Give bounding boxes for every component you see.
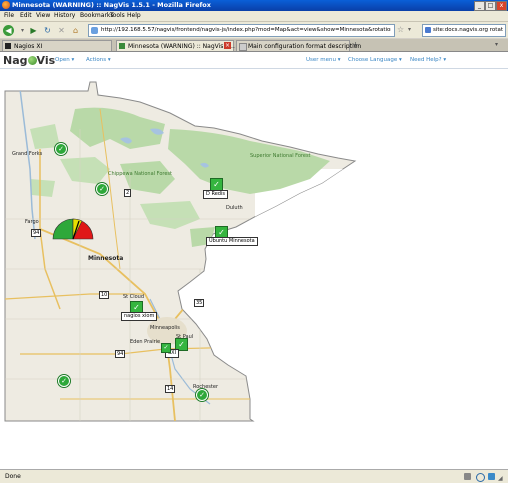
nagvis-logo: Nag Vis xyxy=(3,54,55,67)
menu-open[interactable]: Open ▾ xyxy=(55,57,74,63)
site-icon xyxy=(91,27,98,34)
menu-language-label: Choose Language xyxy=(348,57,398,63)
road-shield: 35 xyxy=(194,299,205,307)
nagios-icon xyxy=(5,43,11,49)
url-dropdown-icon[interactable]: ▾ xyxy=(408,26,411,33)
menu-bar: File Edit View History Bookmarks Tools H… xyxy=(0,11,508,22)
tab-config-description[interactable]: Main configuration format description xyxy=(236,40,361,51)
forest-area xyxy=(30,179,55,197)
search-text: site:docs.nagvis.org rotation.pool xyxy=(433,27,503,33)
search-engine-icon xyxy=(425,27,431,33)
screen-icon[interactable] xyxy=(488,473,495,480)
dropdown-icon[interactable]: ▾ xyxy=(17,25,28,36)
host-label-redis[interactable]: D Redis xyxy=(203,190,228,199)
city-fargo: Fargo xyxy=(25,219,39,225)
star-icon[interactable]: ☆ xyxy=(397,25,404,34)
resize-grip-icon[interactable]: ◢ xyxy=(498,475,503,482)
logo-part-1: Nag xyxy=(3,54,28,67)
page-icon xyxy=(239,43,247,51)
host-ok-icon[interactable]: ✓ xyxy=(96,183,108,195)
tab-label: Nagios XI xyxy=(14,43,43,50)
road-shield: 94 xyxy=(31,229,42,237)
host-label-ubuntu[interactable]: Ubuntu Minnesota xyxy=(206,237,258,246)
minimize-button[interactable]: _ xyxy=(474,1,485,11)
label-chippewa-forest: Chippewa National Forest xyxy=(108,171,172,177)
window-title: Minnesota (WARNING) :: NagVis 1.5.1 - Mo… xyxy=(12,1,211,9)
reload-icon[interactable]: ↻ xyxy=(42,25,53,36)
forward-icon[interactable]: ▶ xyxy=(28,25,39,36)
road-shield: 14 xyxy=(165,385,176,393)
host-ok-icon[interactable]: ✓ xyxy=(58,375,70,387)
logo-part-2: Vis xyxy=(36,54,56,67)
menu-help-label: Need Help? xyxy=(410,57,442,63)
nagvis-tab-icon xyxy=(119,43,125,49)
road-shield: 2 xyxy=(124,189,132,197)
menu-open-label: Open xyxy=(55,57,70,63)
city-st-cloud: St Cloud xyxy=(123,294,145,300)
tab-label: Minnesota (WARNING) :: NagVis 1... xyxy=(128,43,235,50)
menu-help[interactable]: Help xyxy=(127,12,141,19)
menu-actions[interactable]: Actions ▾ xyxy=(86,57,111,63)
window-titlebar: Minnesota (WARNING) :: NagVis 1.5.1 - Mo… xyxy=(0,0,508,11)
navigation-toolbar: ◀ ▾ ▶ ↻ ✕ ⌂ http://192.168.5.57/nagvis/f… xyxy=(0,22,508,38)
home-icon[interactable]: ⌂ xyxy=(70,25,81,36)
road-shield: 94 xyxy=(115,350,126,358)
label-superior-forest: Superior National Forest xyxy=(250,153,311,159)
host-ok-icon[interactable]: ✓ xyxy=(196,389,208,401)
minnesota-map xyxy=(4,81,357,422)
city-grand-forks: Grand Forks xyxy=(12,151,43,157)
menu-user-label: User menu xyxy=(306,57,336,63)
road-shield: 10 xyxy=(99,291,110,299)
menu-edit[interactable]: Edit xyxy=(20,12,32,19)
city-duluth: Duluth xyxy=(226,205,243,211)
nagvis-header: Nag Vis Open ▾ Actions ▾ User menu ▾ Choo… xyxy=(0,52,508,69)
tab-label: Main configuration format description xyxy=(248,43,362,50)
menu-view[interactable]: View xyxy=(36,12,50,19)
city-eden-prairie: Eden Prairie xyxy=(130,339,161,345)
firefox-icon xyxy=(2,1,10,9)
menu-language[interactable]: Choose Language ▾ xyxy=(348,57,402,63)
status-bar: Done ◢ xyxy=(0,469,508,483)
host-status-icon[interactable]: ✓ xyxy=(161,343,171,353)
map-area: Grand Forks Fargo Minnesota St Cloud Min… xyxy=(0,69,508,469)
menu-help-nagvis[interactable]: Need Help? ▾ xyxy=(410,57,446,63)
city-minneapolis: Minneapolis xyxy=(150,325,180,331)
url-input[interactable]: http://192.168.5.57/nagvis/frontend/nagv… xyxy=(88,24,395,37)
menu-actions-label: Actions xyxy=(86,57,107,63)
menu-bookmarks[interactable]: Bookmarks xyxy=(80,12,114,19)
menu-history[interactable]: History xyxy=(54,12,75,19)
addon-icon[interactable] xyxy=(464,473,471,480)
network-icon[interactable] xyxy=(476,473,485,482)
close-tab-icon[interactable]: × xyxy=(224,42,231,49)
close-button[interactable]: x xyxy=(496,1,507,11)
tab-nagios-xi[interactable]: Nagios XI xyxy=(2,40,112,51)
city-rochester: Rochester xyxy=(193,384,218,390)
tab-minnesota[interactable]: Minnesota (WARNING) :: NagVis 1... × xyxy=(116,40,235,51)
nagvis-eye-icon xyxy=(27,56,37,65)
maximize-button[interactable]: □ xyxy=(485,1,496,11)
search-input[interactable]: site:docs.nagvis.org rotation.pool xyxy=(422,24,506,37)
tab-bar: Nagios XI Minnesota (WARNING) :: NagVis … xyxy=(0,39,508,52)
status-text: Done xyxy=(5,473,21,480)
menu-tools[interactable]: Tools xyxy=(110,12,125,19)
new-tab-icon[interactable]: + xyxy=(352,40,359,49)
host-ok-icon[interactable]: ✓ xyxy=(55,143,67,155)
menu-user[interactable]: User menu ▾ xyxy=(306,57,341,63)
url-text: http://192.168.5.57/nagvis/frontend/nagv… xyxy=(101,27,391,33)
menu-file[interactable]: File xyxy=(4,12,14,19)
city-minnesota: Minnesota xyxy=(88,255,124,262)
tab-list-icon[interactable]: ▾ xyxy=(495,41,498,48)
host-label-nagios[interactable]: nagios xiom xyxy=(121,312,158,321)
back-icon[interactable]: ◀ xyxy=(3,25,14,36)
stop-icon[interactable]: ✕ xyxy=(56,25,67,36)
